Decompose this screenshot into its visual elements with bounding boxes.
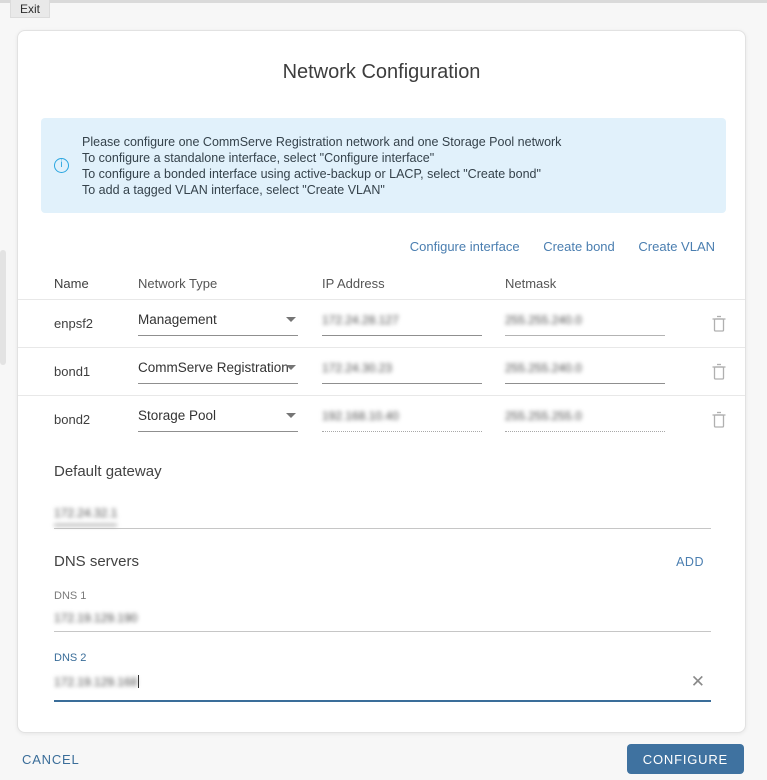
page-title: Network Configuration: [18, 61, 745, 84]
clear-icon[interactable]: ✕: [691, 675, 705, 689]
info-line: To configure a standalone interface, sel…: [82, 150, 561, 166]
table-header: Name Network Type IP Address Netmask: [18, 276, 745, 299]
table-row: bond1 CommServe Registration 172.24.30.2…: [18, 347, 745, 395]
dns1-label: DNS 1: [54, 590, 711, 602]
ip-address-input[interactable]: 172.24.28.127: [322, 311, 482, 336]
header-netmask: Netmask: [505, 276, 680, 291]
dns1-field: DNS 1 172.19.129.190: [54, 590, 711, 632]
exit-button[interactable]: Exit: [10, 0, 50, 18]
create-vlan-link[interactable]: Create VLAN: [638, 239, 715, 254]
delete-interface-button[interactable]: [711, 363, 727, 381]
interfaces-table: Name Network Type IP Address Netmask enp…: [18, 276, 745, 443]
scrollbar-thumb[interactable]: [0, 250, 6, 365]
interface-name: bond2: [54, 412, 138, 427]
configure-interface-link[interactable]: Configure interface: [410, 239, 520, 254]
cancel-button[interactable]: CANCEL: [22, 752, 80, 767]
delete-interface-button[interactable]: [711, 315, 727, 333]
header-name: Name: [54, 276, 138, 291]
table-row: bond2 Storage Pool 192.168.10.40 255.255…: [18, 395, 745, 443]
text-cursor: [138, 675, 139, 688]
dns1-value: 172.19.129.190: [54, 611, 137, 625]
netmask-value: 255.255.240.0: [505, 313, 582, 327]
trash-icon: [711, 315, 727, 333]
chevron-down-icon: [286, 365, 296, 370]
ip-address-value: 192.168.10.40: [322, 409, 399, 423]
table-row: enpsf2 Management 172.24.28.127 255.255.…: [18, 299, 745, 347]
trash-icon: [711, 411, 727, 429]
dns2-field: DNS 2 172.19.129.168 ✕: [54, 652, 711, 702]
chevron-down-icon: [286, 413, 296, 418]
interface-actions: Configure interface Create bond Create V…: [18, 239, 715, 254]
info-line: Please configure one CommServe Registrat…: [82, 134, 561, 150]
network-type-select[interactable]: Management: [138, 311, 298, 336]
ip-address-input[interactable]: 192.168.10.40: [322, 407, 482, 432]
netmask-value: 255.255.255.0: [505, 409, 582, 423]
dns-servers-heading: DNS servers: [54, 553, 139, 570]
interface-name: bond1: [54, 364, 138, 379]
interface-name: enpsf2: [54, 316, 138, 331]
netmask-input[interactable]: 255.255.240.0: [505, 359, 665, 384]
network-type-select[interactable]: Storage Pool: [138, 407, 298, 432]
dns2-label: DNS 2: [54, 652, 711, 664]
netmask-value: 255.255.240.0: [505, 361, 582, 375]
netmask-input[interactable]: 255.255.255.0: [505, 407, 665, 432]
delete-interface-button[interactable]: [711, 411, 727, 429]
network-type-value: Management: [138, 312, 217, 327]
info-banner: i Please configure one CommServe Registr…: [41, 118, 726, 213]
dns2-input[interactable]: 172.19.129.168 ✕: [54, 673, 711, 702]
info-icon: i: [54, 158, 69, 173]
dns1-input[interactable]: 172.19.129.190: [54, 611, 711, 632]
create-bond-link[interactable]: Create bond: [543, 239, 615, 254]
network-type-value: CommServe Registration: [138, 360, 289, 375]
configure-button[interactable]: CONFIGURE: [627, 744, 744, 774]
add-dns-button[interactable]: ADD: [676, 555, 704, 569]
info-line: To add a tagged VLAN interface, select "…: [82, 182, 561, 198]
top-strip: [0, 0, 767, 3]
info-banner-text: Please configure one CommServe Registrat…: [82, 134, 561, 198]
ip-address-value: 172.24.28.127: [322, 313, 399, 327]
header-ip-address: IP Address: [322, 276, 505, 291]
default-gateway-value: 172.24.32.1: [54, 506, 117, 526]
chevron-down-icon: [286, 317, 296, 322]
ip-address-value: 172.24.30.23: [322, 361, 392, 375]
netmask-input[interactable]: 255.255.240.0: [505, 311, 665, 336]
dns2-value: 172.19.129.168: [54, 675, 137, 689]
network-type-value: Storage Pool: [138, 408, 216, 423]
info-line: To configure a bonded interface using ac…: [82, 166, 561, 182]
header-network-type: Network Type: [138, 276, 322, 291]
network-type-select[interactable]: CommServe Registration: [138, 359, 298, 384]
default-gateway-label: Default gateway: [54, 463, 745, 480]
dns-section-header: DNS servers ADD: [54, 553, 704, 570]
default-gateway-input[interactable]: 172.24.32.1: [54, 504, 711, 529]
network-configuration-dialog: Network Configuration i Please configure…: [17, 30, 746, 733]
trash-icon: [711, 363, 727, 381]
ip-address-input[interactable]: 172.24.30.23: [322, 359, 482, 384]
